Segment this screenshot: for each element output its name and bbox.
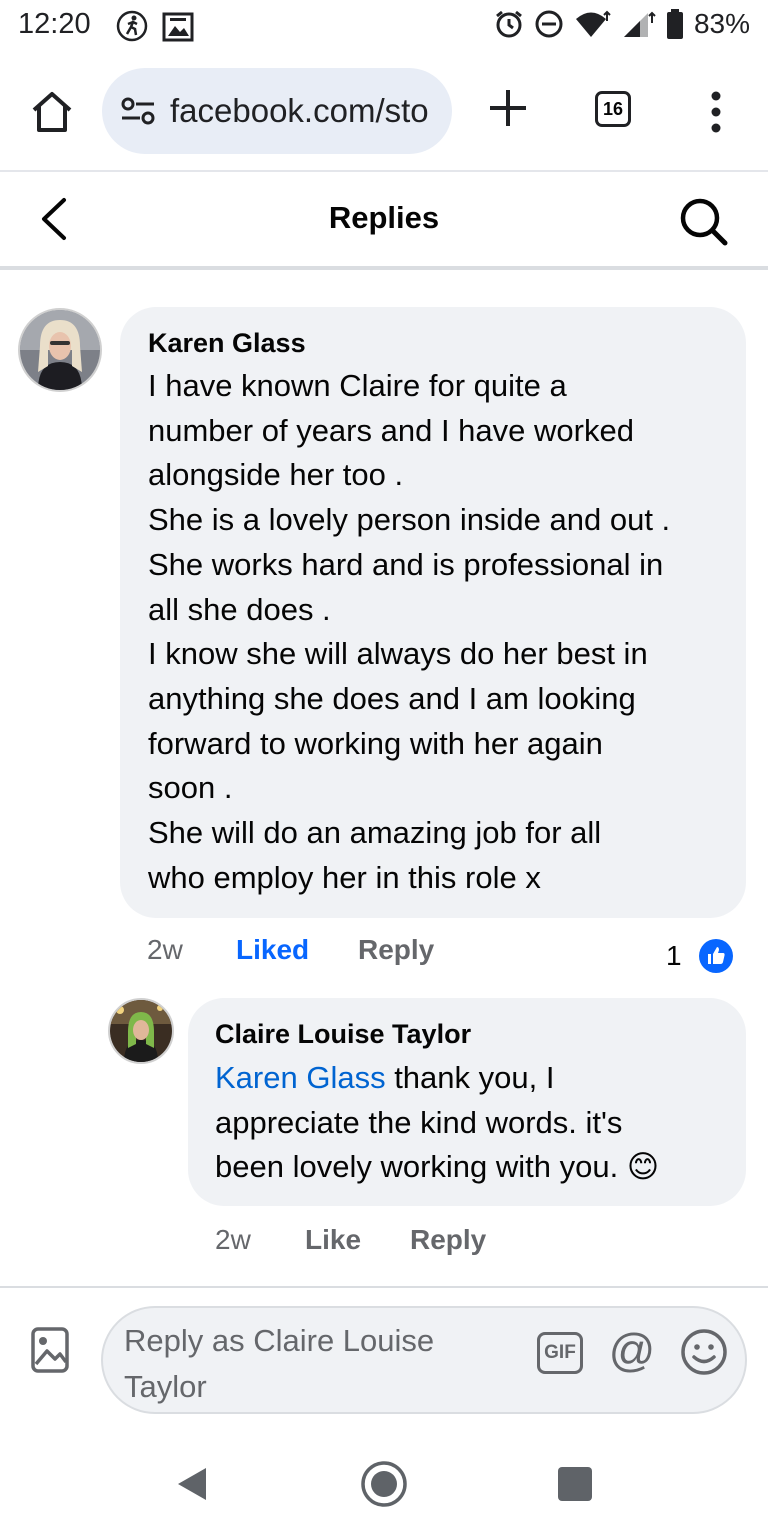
comment-line: I know she will always do her best in: [148, 636, 648, 672]
composer-placeholder[interactable]: Reply as Claire Louise Taylor: [124, 1318, 484, 1410]
composer-divider: [0, 1286, 768, 1288]
nav-recents-button[interactable]: [558, 1467, 592, 1501]
comment-line: anything she does and I am looking: [148, 680, 636, 716]
placeholder-line: Taylor: [124, 1369, 207, 1404]
mention-button[interactable]: @: [606, 1324, 658, 1376]
gif-button[interactable]: GIF: [537, 1332, 583, 1374]
comment-line: soon .: [148, 770, 233, 806]
like-reaction-icon[interactable]: [698, 938, 734, 979]
home-button[interactable]: [28, 88, 76, 136]
do-not-disturb-icon: [535, 10, 563, 38]
reply-button[interactable]: Reply: [410, 1224, 486, 1256]
status-time: 12:20: [18, 8, 91, 40]
photo-icon: [31, 1327, 69, 1373]
avatar[interactable]: [18, 308, 102, 392]
reply-text: Karen Glass thank you, I appreciate the …: [215, 1056, 735, 1190]
add-photo-button[interactable]: [30, 1326, 70, 1374]
comment-line: alongside her too .: [148, 457, 404, 493]
signal-icon: [623, 11, 656, 37]
running-man-icon: [116, 10, 148, 47]
like-button[interactable]: Like: [305, 1224, 361, 1256]
liked-button[interactable]: Liked: [236, 934, 309, 966]
comment-text: I have known Claire for quite a number o…: [148, 364, 728, 900]
comment-author[interactable]: Karen Glass: [148, 328, 306, 359]
comment-line: number of years and I have worked: [148, 412, 634, 448]
reply-line: Karen Glass thank you, I: [215, 1056, 735, 1101]
comment-timestamp[interactable]: 2w: [147, 934, 183, 966]
reaction-count[interactable]: 1: [666, 940, 682, 972]
more-vert-icon: [711, 91, 721, 133]
status-right: 83%: [494, 8, 750, 40]
circle-home-icon: [361, 1461, 407, 1507]
comment-line: She will do an amazing job for all: [148, 815, 602, 851]
reply-line: appreciate the kind words. it's: [215, 1104, 623, 1140]
reply-line: been lovely working with you. 😊: [215, 1149, 660, 1185]
search-button[interactable]: [676, 194, 730, 248]
comment-line: all she does .: [148, 591, 331, 627]
comment-line: She is a lovely person inside and out .: [148, 502, 671, 538]
battery-icon: [666, 9, 683, 39]
nav-home-button[interactable]: [360, 1460, 408, 1508]
search-icon: [680, 198, 728, 246]
reply-timestamp[interactable]: 2w: [215, 1224, 251, 1256]
browser-menu-button[interactable]: [708, 90, 724, 134]
header-divider: [0, 266, 768, 270]
comment-line: She works hard and is professional in: [148, 546, 664, 582]
battery-level: 83%: [693, 8, 750, 39]
comment-author[interactable]: Claire Louise Taylor: [215, 1019, 471, 1050]
triangle-back-icon: [178, 1468, 206, 1500]
new-tab-button[interactable]: [486, 86, 530, 130]
placeholder-line: Reply as Claire Louise: [124, 1323, 435, 1358]
mention-link[interactable]: Karen Glass: [215, 1060, 386, 1095]
avatar-photo: [110, 1000, 172, 1062]
toolbar-divider: [0, 170, 768, 172]
comment-line: forward to working with her again: [148, 725, 603, 761]
plus-icon: [490, 90, 526, 126]
comment-line: who employ her in this role x: [148, 859, 541, 895]
alarm-icon: [496, 10, 522, 38]
reply-line-rest: thank you, I: [385, 1060, 555, 1095]
tab-switcher-button[interactable]: 16: [595, 91, 631, 127]
gallery-icon: [162, 12, 194, 47]
nav-back-button[interactable]: [174, 1466, 210, 1502]
home-icon: [32, 92, 72, 132]
reply-button[interactable]: Reply: [358, 934, 434, 966]
address-bar[interactable]: facebook.com/sto: [102, 68, 452, 154]
emoji-button[interactable]: [680, 1328, 728, 1376]
avatar[interactable]: [108, 998, 174, 1064]
comment-line: I have known Claire for quite a: [148, 368, 567, 403]
site-settings-icon[interactable]: [120, 96, 156, 126]
page-title: Replies: [328, 200, 440, 235]
wifi-icon: [575, 10, 611, 37]
url-text[interactable]: facebook.com/sto: [170, 92, 429, 130]
avatar-photo: [20, 310, 100, 390]
smiley-icon: [681, 1329, 727, 1375]
